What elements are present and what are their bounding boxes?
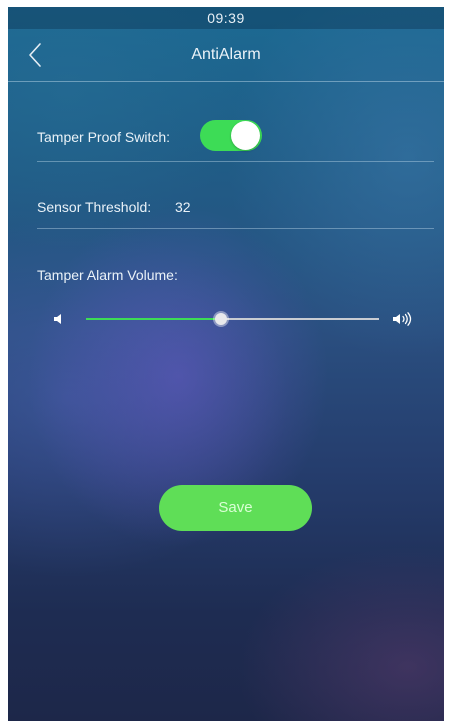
volume-high-icon [393, 312, 412, 326]
sensor-threshold-row[interactable]: Sensor Threshold: 32 [37, 185, 434, 229]
sensor-threshold-value: 32 [175, 199, 191, 215]
slider-fill [86, 318, 221, 320]
screen: 09:39 AntiAlarm Tamper Proof Switch: Sen… [8, 7, 444, 721]
toggle-knob [231, 121, 260, 150]
tamper-proof-row: Tamper Proof Switch: [37, 115, 434, 162]
volume-slider[interactable] [86, 309, 379, 329]
status-time: 09:39 [207, 10, 245, 26]
tamper-alarm-volume-label: Tamper Alarm Volume: [37, 267, 178, 283]
volume-low-icon [54, 314, 61, 324]
save-button[interactable]: Save [159, 485, 312, 531]
tamper-proof-toggle[interactable] [200, 120, 262, 151]
tamper-proof-label: Tamper Proof Switch: [37, 129, 171, 145]
page-title: AntiAlarm [191, 46, 261, 63]
status-bar: 09:39 [8, 7, 444, 29]
title-bar: AntiAlarm [8, 29, 444, 82]
sensor-threshold-label: Sensor Threshold: [37, 199, 152, 215]
slider-thumb[interactable] [215, 313, 227, 325]
